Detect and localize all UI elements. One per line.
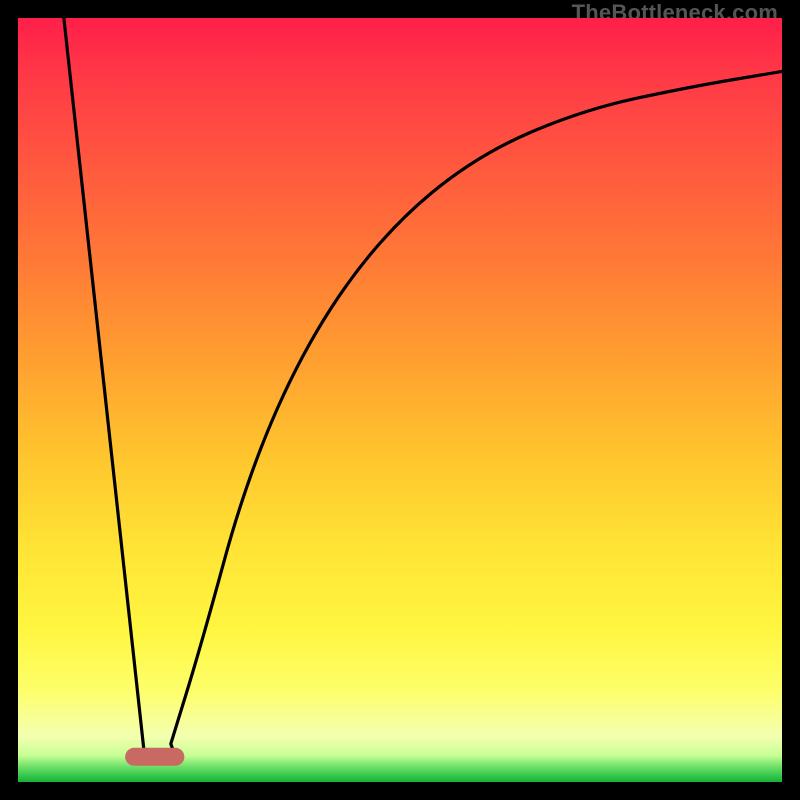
chart-svg [18,18,782,782]
trough-marker-icon [125,748,184,766]
chart-frame [18,18,782,782]
chart-stage: TheBottleneck.com [0,0,800,800]
chart-curve [64,18,782,757]
